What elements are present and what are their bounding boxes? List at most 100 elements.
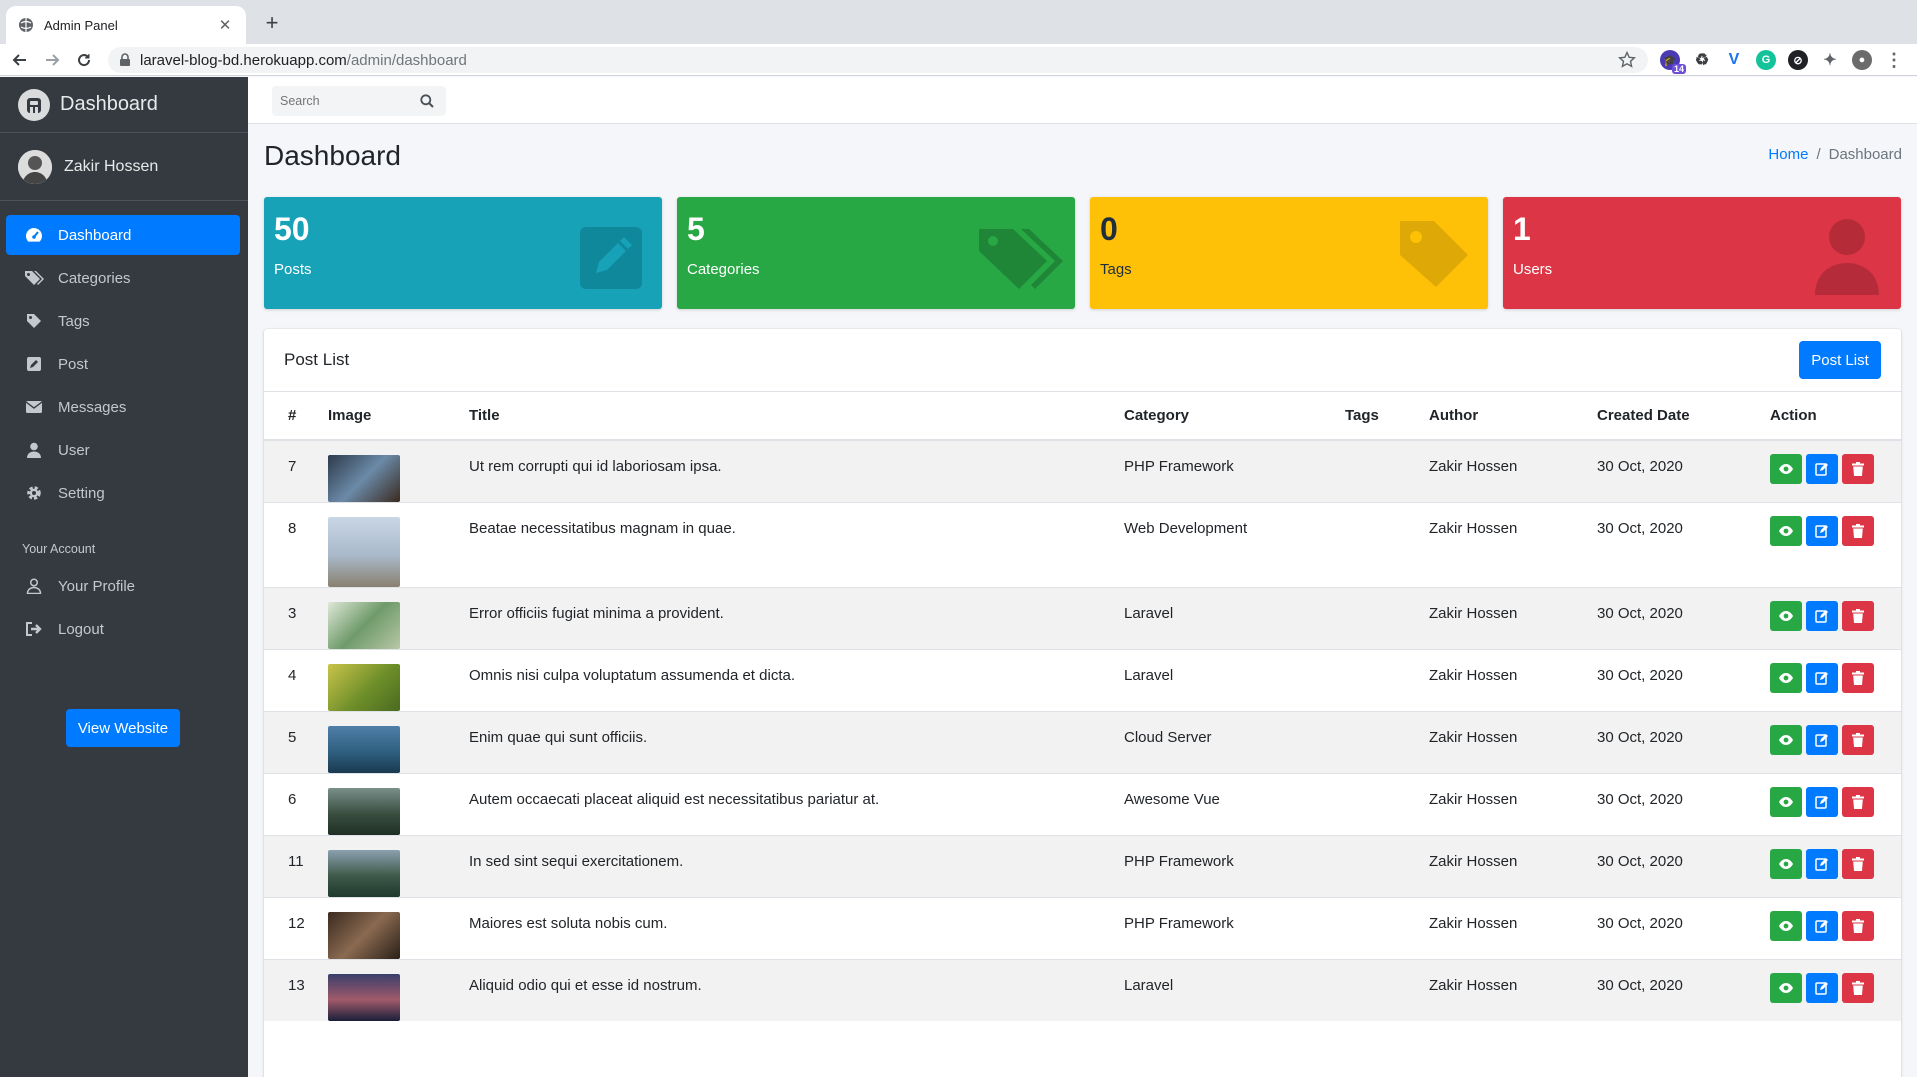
edit-icon (580, 227, 642, 289)
stat-box-categories[interactable]: 5 Categories (677, 197, 1075, 309)
post-list-card: Post List Post List # Image Title Catego… (264, 329, 1901, 1077)
view-button[interactable] (1770, 849, 1802, 879)
edit-button[interactable] (1806, 725, 1838, 755)
edit-button[interactable] (1806, 601, 1838, 631)
graduation-cap-extension-icon[interactable]: 🎓 14 (1660, 50, 1686, 74)
delete-button[interactable] (1842, 911, 1874, 941)
brand-link[interactable]: Dashboard (0, 77, 248, 133)
delete-button[interactable] (1842, 454, 1874, 484)
sidebar-item-label: Tags (58, 312, 90, 330)
sidebar-item-tags[interactable]: Tags (6, 301, 240, 341)
sidebar-item-setting[interactable]: Setting (6, 473, 240, 513)
sidebar-item-categories[interactable]: Categories (6, 258, 240, 298)
sidebar-item-post[interactable]: Post (6, 344, 240, 384)
stat-label: Users (1513, 261, 1553, 278)
post-created-date: 30 Oct, 2020 (1597, 897, 1770, 960)
post-thumbnail[interactable] (328, 788, 400, 835)
view-button[interactable] (1770, 454, 1802, 484)
user-panel[interactable]: Zakir Hossen (0, 133, 248, 201)
bookmark-star-icon[interactable] (1618, 51, 1636, 69)
sidebar-item-label: Categories (58, 269, 131, 287)
browser-tab[interactable]: Admin Panel ✕ (6, 6, 246, 44)
delete-button[interactable] (1842, 516, 1874, 546)
breadcrumb-home-link[interactable]: Home (1768, 146, 1808, 163)
new-tab-icon[interactable]: + (258, 10, 286, 38)
post-image-cell (328, 835, 469, 898)
stat-box-posts[interactable]: 50 Posts (264, 197, 662, 309)
post-image-cell (328, 773, 469, 836)
stat-box-users[interactable]: 1 Users (1503, 197, 1901, 309)
menu-kebab-icon[interactable]: ⋮ (1884, 50, 1904, 70)
breadcrumb-separator: / (1816, 146, 1821, 163)
sidebar-item-messages[interactable]: Messages (6, 387, 240, 427)
edit-button[interactable] (1806, 454, 1838, 484)
stat-box-tags[interactable]: 0 Tags (1090, 197, 1488, 309)
reload-icon[interactable] (72, 48, 96, 72)
breadcrumb: Home / Dashboard (1768, 146, 1902, 163)
edit-button[interactable] (1806, 911, 1838, 941)
vue-extension-icon[interactable]: V (1724, 50, 1744, 70)
view-button[interactable] (1770, 601, 1802, 631)
search-icon[interactable] (412, 86, 442, 116)
post-id: 4 (264, 649, 328, 712)
sidebar-item-user[interactable]: User (6, 430, 240, 470)
delete-button[interactable] (1842, 787, 1874, 817)
stat-label: Posts (274, 261, 312, 278)
tab-close-icon[interactable]: ✕ (216, 16, 234, 34)
post-thumbnail[interactable] (328, 664, 400, 711)
sidebar-item-logout[interactable]: Logout (6, 609, 240, 649)
view-website-button[interactable]: View Website (66, 709, 180, 747)
post-thumbnail[interactable] (328, 850, 400, 897)
brand-text: Dashboard (60, 93, 158, 115)
view-button[interactable] (1770, 911, 1802, 941)
user-icon (24, 441, 44, 459)
post-author: Zakir Hossen (1429, 835, 1597, 898)
delete-button[interactable] (1842, 725, 1874, 755)
post-list-button[interactable]: Post List (1799, 341, 1881, 379)
search-input[interactable] (272, 94, 412, 108)
edit-button[interactable] (1806, 516, 1838, 546)
sidebar-item-dashboard[interactable]: Dashboard (6, 215, 240, 255)
delete-button[interactable] (1842, 663, 1874, 693)
delete-button[interactable] (1842, 849, 1874, 879)
post-tags (1345, 835, 1429, 898)
post-image-cell (328, 711, 469, 774)
browser-tab-bar: Admin Panel ✕ + (0, 0, 1917, 44)
post-category: Laravel (1124, 959, 1345, 1021)
edit-button[interactable] (1806, 787, 1838, 817)
post-id: 13 (264, 959, 328, 1021)
post-thumbnail[interactable] (328, 455, 400, 502)
view-button[interactable] (1770, 787, 1802, 817)
view-button[interactable] (1770, 725, 1802, 755)
edit-button[interactable] (1806, 973, 1838, 1003)
post-thumbnail[interactable] (328, 517, 400, 587)
eye-icon (1779, 673, 1793, 683)
profile-avatar-icon[interactable]: ● (1852, 50, 1872, 70)
url-bar[interactable]: laravel-blog-bd.herokuapp.com/admin/dash… (108, 47, 1648, 73)
view-button[interactable] (1770, 663, 1802, 693)
back-icon[interactable] (8, 48, 32, 72)
sidebar-item-your-profile[interactable]: Your Profile (6, 566, 240, 606)
blocked-extension-icon[interactable]: ⊘ (1788, 50, 1808, 70)
edit-button[interactable] (1806, 849, 1838, 879)
eye-icon (1779, 611, 1793, 621)
delete-button[interactable] (1842, 973, 1874, 1003)
post-created-date: 30 Oct, 2020 (1597, 959, 1770, 1021)
forward-icon[interactable] (40, 48, 64, 72)
post-thumbnail[interactable] (328, 726, 400, 773)
column-header: Author (1429, 392, 1597, 441)
edit-icon (1815, 858, 1828, 871)
post-thumbnail[interactable] (328, 602, 400, 649)
post-thumbnail[interactable] (328, 912, 400, 959)
view-button[interactable] (1770, 973, 1802, 1003)
delete-button[interactable] (1842, 601, 1874, 631)
post-category: Awesome Vue (1124, 773, 1345, 836)
post-thumbnail[interactable] (328, 974, 400, 1021)
edit-button[interactable] (1806, 663, 1838, 693)
post-tags (1345, 773, 1429, 836)
view-button[interactable] (1770, 516, 1802, 546)
post-tags (1345, 959, 1429, 1021)
recycle-extension-icon[interactable]: ♻ (1692, 50, 1712, 70)
grammarly-extension-icon[interactable]: G (1756, 50, 1776, 70)
puzzle-extension-icon[interactable]: ✦ (1820, 50, 1840, 70)
